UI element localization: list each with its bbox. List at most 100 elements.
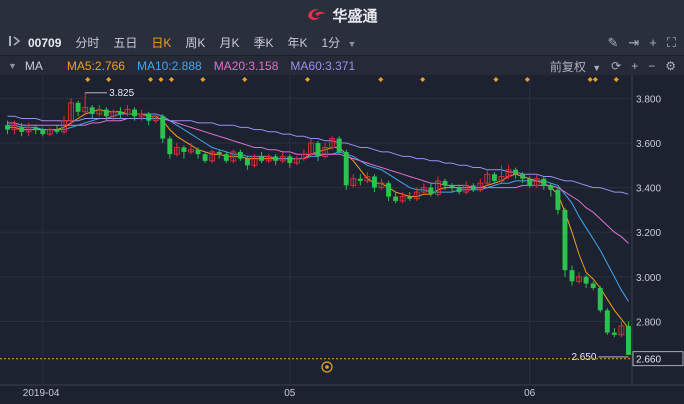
candle-body xyxy=(470,185,476,190)
candle-body xyxy=(520,174,526,179)
candle-body xyxy=(604,310,610,333)
chevron-down-icon: ▼ xyxy=(347,39,357,49)
candle-body xyxy=(491,174,497,181)
y-tick-label: 3.000 xyxy=(636,273,661,284)
candle xyxy=(604,308,610,335)
candle xyxy=(336,136,342,155)
candle-body xyxy=(287,156,293,164)
high-marker-label: 3.825 xyxy=(109,88,134,99)
period-tab[interactable]: 周K xyxy=(178,34,212,51)
candle-body xyxy=(117,111,123,114)
ma-legend-item: MA60:3.371 xyxy=(290,59,356,73)
candle-body xyxy=(237,151,243,159)
x-tick-label: 05 xyxy=(284,388,296,399)
y-tick-label: 2.800 xyxy=(636,317,661,328)
fullscreen-icon[interactable]: ⛶ xyxy=(667,35,676,51)
indicator-bar: ▼ MA MA5:2.766 MA10:2.888 MA20:3.158 MA60:3… xyxy=(0,55,684,76)
ma-legend-item: MA20:3.158 xyxy=(213,59,279,73)
event-circle-dot xyxy=(325,365,329,369)
candle-body xyxy=(315,143,321,157)
period-tab[interactable]: 日K xyxy=(144,34,178,51)
candle-body xyxy=(146,114,152,121)
zoom-in-icon[interactable]: + xyxy=(631,59,638,73)
candle-body xyxy=(160,116,166,139)
chevron-down-icon: ▼ xyxy=(592,62,602,73)
adjust-label: 前复权 xyxy=(549,59,586,74)
candle xyxy=(626,321,631,355)
candle-body xyxy=(597,288,603,311)
candle-body xyxy=(336,138,342,152)
period-tab[interactable]: 五日 xyxy=(106,34,144,51)
candle-body xyxy=(442,180,448,186)
app-brand: 华盛通 xyxy=(306,5,378,26)
app-name: 华盛通 xyxy=(332,7,378,25)
candle-body xyxy=(75,102,81,112)
candle-body xyxy=(583,276,589,284)
candle-body xyxy=(541,178,547,186)
candle-body xyxy=(456,187,462,193)
indicator-name[interactable]: MA xyxy=(25,59,43,73)
candle-body xyxy=(407,196,413,199)
y-tick-label: 3.600 xyxy=(636,139,661,150)
candle-body xyxy=(202,154,208,161)
candle-body xyxy=(216,151,222,155)
toolbar: 00709 分时 五日 日K 周K 月K 季K 年K 1分 ▼ ✎ ⇥ + ⛶ xyxy=(0,30,684,55)
y-tick-label: 3.400 xyxy=(636,184,661,195)
candle xyxy=(597,285,603,313)
candle-body xyxy=(195,149,201,155)
candle-body xyxy=(54,129,60,132)
x-tick-label: 2019-04 xyxy=(23,388,60,399)
candle-body xyxy=(371,176,377,188)
candlestick-chart[interactable]: 3.800 3.600 3.400 3.200 3.000 2.800 2019-04 05… xyxy=(0,75,684,404)
candle-body xyxy=(449,185,455,188)
candle-body xyxy=(343,151,349,186)
candle-body xyxy=(103,109,109,117)
zoom-out-icon[interactable]: − xyxy=(648,59,655,73)
app-title-bar: 华盛通 xyxy=(0,0,684,31)
candle-body xyxy=(428,187,434,195)
candle-body xyxy=(223,154,229,161)
candle-body xyxy=(5,125,10,130)
adjust-select[interactable]: 前复权 ▼ xyxy=(550,58,601,75)
low-marker-label: 2.650 xyxy=(571,352,596,363)
stock-code: 00709 xyxy=(28,35,62,50)
add-panel-icon[interactable]: + xyxy=(649,35,657,50)
candle-body xyxy=(167,138,173,155)
period-tab[interactable]: 月K xyxy=(212,34,246,51)
period-tab[interactable]: 年K xyxy=(280,34,314,51)
candle-body xyxy=(40,129,46,135)
minute-select-label: 1分 xyxy=(321,36,341,50)
candle-body xyxy=(386,183,392,197)
candle-body xyxy=(527,178,533,186)
y-tick-label: 3.800 xyxy=(636,94,661,105)
x-tick-label: 06 xyxy=(524,388,536,399)
brand-logo-icon xyxy=(308,9,326,20)
ma-legend-item: MA10:2.888 xyxy=(136,59,202,73)
candle-body xyxy=(590,283,596,288)
candle-body xyxy=(548,185,554,190)
candle-body xyxy=(259,156,265,161)
period-tab[interactable]: 分时 xyxy=(68,34,106,51)
minute-select[interactable]: 1分 ▼ xyxy=(314,34,363,51)
candle-body xyxy=(555,189,561,210)
candle-body xyxy=(273,156,279,161)
period-tab[interactable]: 季K xyxy=(246,34,280,51)
candle-body xyxy=(626,325,631,355)
candle xyxy=(343,149,349,190)
candle-body xyxy=(132,109,138,117)
candle xyxy=(562,207,568,277)
shrink-icon[interactable]: ⇥ xyxy=(628,35,639,51)
refresh-icon[interactable]: ⟳ xyxy=(611,59,621,73)
candle-body xyxy=(513,169,519,175)
collapse-icon[interactable]: ▼ xyxy=(0,61,25,71)
candle-body xyxy=(393,196,399,201)
candle-body xyxy=(19,127,25,132)
last-price-label: 2.660 xyxy=(636,355,661,366)
candle-body xyxy=(33,127,39,130)
candle-body xyxy=(611,332,617,335)
panel-toggle-icon[interactable] xyxy=(0,35,28,50)
draw-pen-icon[interactable]: ✎ xyxy=(607,35,618,51)
candle-body xyxy=(181,147,187,152)
settings-gear-icon[interactable]: ⚙ xyxy=(665,59,676,73)
y-tick-label: 3.200 xyxy=(636,228,661,239)
